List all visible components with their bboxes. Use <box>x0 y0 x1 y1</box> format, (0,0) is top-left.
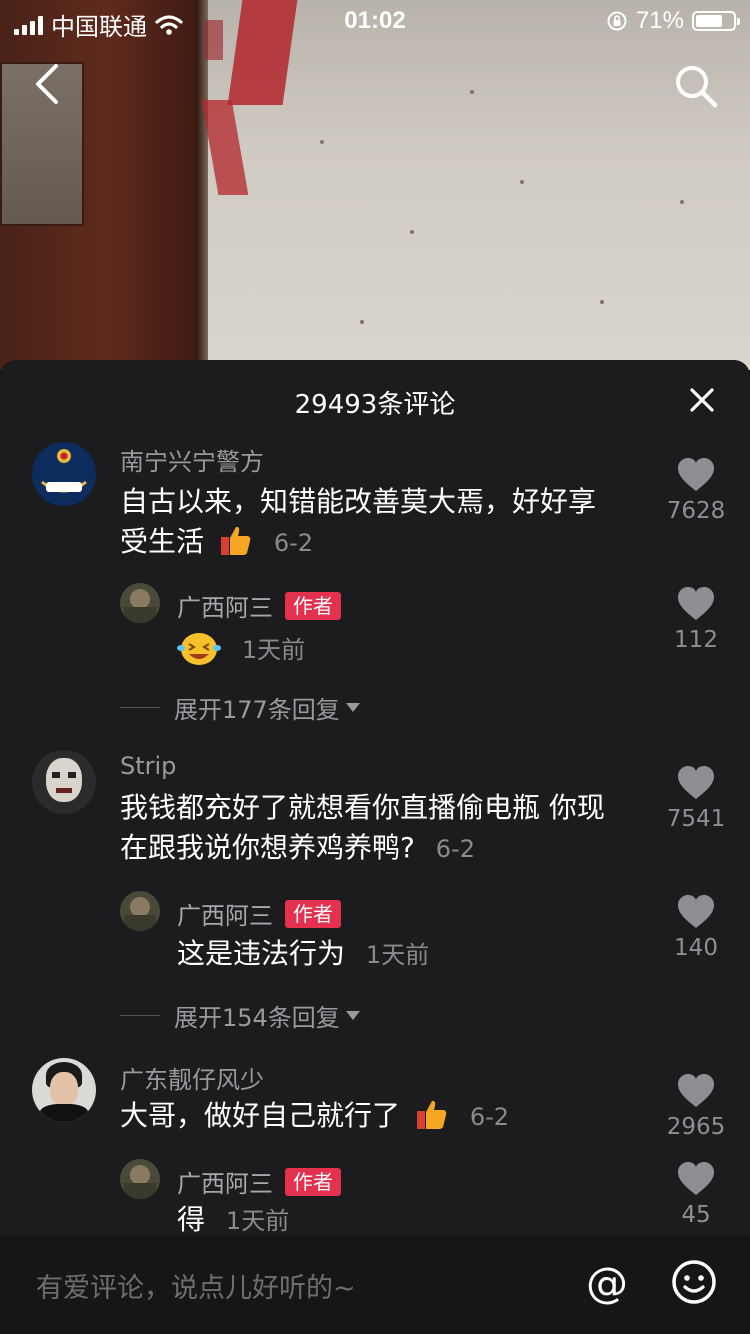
like-count: 7628 <box>666 498 726 524</box>
comment-username[interactable]: Strip <box>120 752 176 780</box>
battery-percent: 71% <box>635 7 684 34</box>
author-badge: 作者 <box>285 1168 341 1196</box>
reply-text: 这是违法行为 1天前 <box>177 937 430 970</box>
door-image <box>0 0 200 370</box>
author-badge: 作者 <box>285 900 341 928</box>
expand-replies-button[interactable]: 展开177条回复 <box>120 690 360 725</box>
like-count: 2965 <box>666 1114 726 1140</box>
chevron-left-icon[interactable] <box>28 62 68 106</box>
comment-text: 大哥，做好自己就行了 6-2 <box>120 1099 510 1132</box>
avatar[interactable] <box>32 750 96 814</box>
like-button[interactable]: 7541 <box>658 766 734 832</box>
reply-text: 得 1天前 <box>177 1203 290 1236</box>
comments-count-title: 29493条评论 <box>294 390 456 420</box>
heart-icon <box>678 766 714 799</box>
status-bar: 中国联通 01:02 71% <box>0 0 750 42</box>
like-button[interactable]: 45 <box>658 1162 734 1228</box>
comment-username[interactable]: 南宁兴宁警方 <box>120 442 264 477</box>
search-icon[interactable] <box>672 62 720 110</box>
orientation-lock-icon <box>607 11 627 31</box>
comment-input-bar: 有爱评论，说点儿好听的~ @ <box>0 1236 750 1334</box>
comment-date: 6-2 <box>469 1103 510 1131</box>
reply-username[interactable]: 广西阿三 作者 <box>177 1164 341 1199</box>
police-badge-icon <box>32 442 96 506</box>
comment-input[interactable]: 有爱评论，说点儿好听的~ <box>36 1266 356 1305</box>
avatar[interactable] <box>120 1159 160 1199</box>
smile-icon[interactable] <box>670 1258 718 1306</box>
author-badge: 作者 <box>285 592 341 620</box>
comment-text: 我钱都充好了就想看你直播偷电瓶 你现 在跟我说你想养鸡养鸭? 6-2 <box>120 791 605 864</box>
heart-icon <box>678 1162 714 1195</box>
avatar[interactable] <box>32 442 96 506</box>
comments-panel: 29493条评论 南宁兴宁警方 自古以来，知错能改善莫大焉，好好享 受生活 6-… <box>0 360 750 1334</box>
avatar[interactable] <box>120 891 160 931</box>
heart-icon <box>678 1074 714 1107</box>
thumbs-up-icon <box>416 1100 447 1129</box>
like-button[interactable]: 140 <box>658 895 734 961</box>
like-count: 112 <box>674 627 718 653</box>
reply-date: 1天前 <box>241 636 306 664</box>
thumbs-up-icon <box>220 526 251 555</box>
avatar[interactable] <box>120 583 160 623</box>
reply-date: 1天前 <box>365 941 430 969</box>
comment-date: 6-2 <box>435 835 475 863</box>
like-button[interactable]: 2965 <box>658 1074 734 1140</box>
heart-icon <box>678 587 714 620</box>
triangle-down-icon <box>345 1011 360 1020</box>
comment-text: 自古以来，知错能改善莫大焉，好好享 受生活 6-2 <box>120 485 597 558</box>
reply-username[interactable]: 广西阿三 作者 <box>177 588 341 623</box>
laughing-emoji-icon <box>177 633 221 665</box>
reply-text: 1天前 <box>177 628 305 670</box>
reply-username[interactable]: 广西阿三 作者 <box>177 896 341 931</box>
like-count: 7541 <box>666 806 726 832</box>
like-count: 45 <box>681 1202 711 1228</box>
comment-username[interactable]: 广东靓仔风少 <box>120 1060 264 1095</box>
close-icon[interactable] <box>688 386 716 414</box>
reply-date: 1天前 <box>225 1207 290 1235</box>
like-button[interactable]: 112 <box>658 587 734 653</box>
triangle-down-icon <box>345 703 360 712</box>
mention-button[interactable]: @ <box>582 1258 632 1308</box>
comment-date: 6-2 <box>273 529 314 557</box>
video-background[interactable] <box>0 0 750 370</box>
heart-icon <box>678 458 714 491</box>
like-button[interactable]: 7628 <box>658 458 734 524</box>
heart-icon <box>678 895 714 928</box>
expand-replies-button[interactable]: 展开154条回复 <box>120 998 360 1033</box>
avatar[interactable] <box>32 1058 96 1122</box>
like-count: 140 <box>674 935 718 961</box>
battery-icon <box>692 11 740 31</box>
